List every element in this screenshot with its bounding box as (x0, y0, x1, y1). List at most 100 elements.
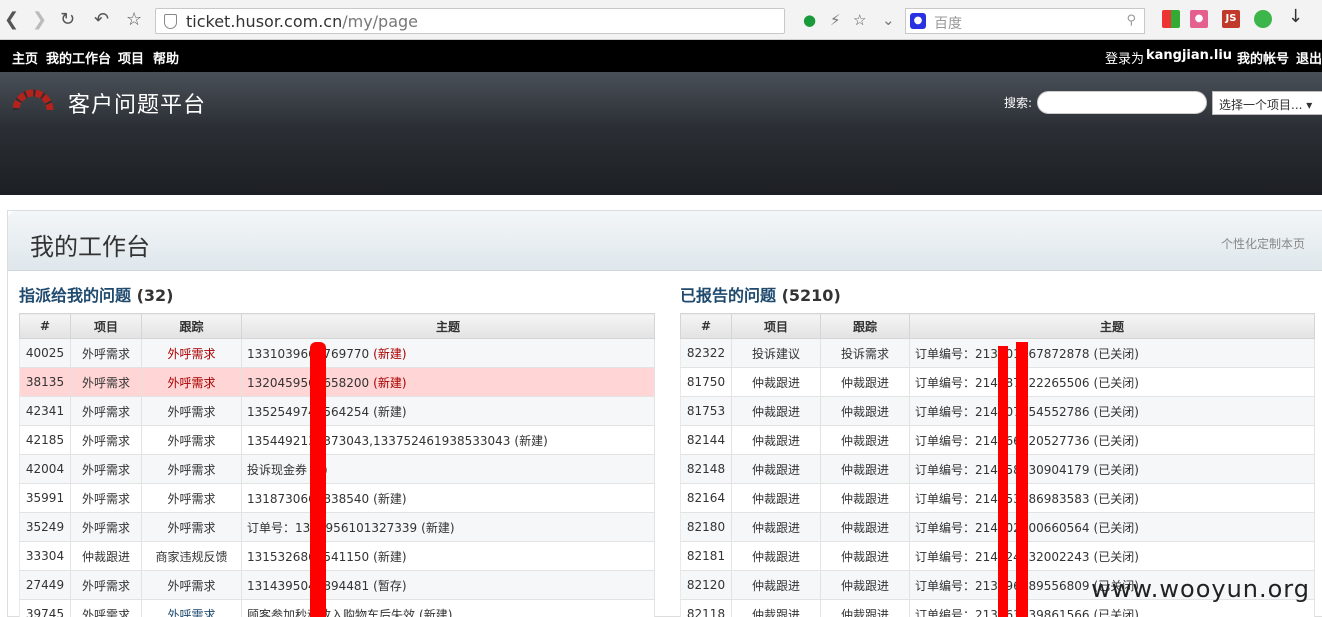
issue-id-link[interactable]: 39745 (19, 599, 71, 617)
issue-subject-link[interactable]: 1320459564658200 (新建) (241, 367, 655, 397)
issue-id-link[interactable]: 82180 (680, 512, 732, 542)
reported-count: (5210) (781, 286, 841, 305)
col-tracker[interactable]: 跟踪 (141, 313, 242, 339)
issue-id-link[interactable]: 82181 (680, 541, 732, 571)
menu-mypage[interactable]: 我的工作台 (46, 48, 111, 67)
windows-grid-icon[interactable] (1162, 10, 1180, 28)
issue-project: 仲裁跟进 (70, 541, 142, 571)
forward-icon[interactable]: ❯ (32, 8, 47, 32)
issue-subject-link[interactable]: 订单编号：214507654552786 (已关闭) (909, 396, 1315, 426)
undo-icon[interactable]: ↶ (94, 8, 109, 32)
issue-subject-tail: 787522265506 (997, 375, 1090, 390)
table-row[interactable]: 35991 外呼需求 外呼需求 1318730668838540 (新建) (19, 483, 655, 513)
table-row[interactable]: 42004外呼需求外呼需求投诉现金券建) (19, 454, 655, 484)
col-tracker[interactable]: 跟踪 (820, 313, 910, 339)
issue-subject-link[interactable]: 1318730668838540 (新建) (241, 483, 655, 513)
issue-id-link[interactable]: 42004 (19, 454, 71, 484)
frog-icon[interactable] (1254, 10, 1272, 28)
issue-project: 外呼需求 (70, 367, 142, 397)
issue-status: (暂存) (373, 578, 407, 593)
table-row[interactable]: 38135 外呼需求 外呼需求 1320459564658200 (新建) (19, 367, 655, 397)
issue-id-link[interactable]: 40025 (19, 338, 71, 368)
project-jump-select[interactable]: 选择一个项目... ▾ (1212, 91, 1322, 115)
username-link[interactable]: kangjian.liu (1146, 48, 1232, 63)
issue-id-link[interactable]: 82144 (680, 425, 732, 455)
col-subject[interactable]: 主题 (909, 313, 1315, 339)
issue-subject-link[interactable]: 订单编号：214353786983583 (已关闭) (909, 483, 1315, 513)
issue-id-link[interactable]: 81750 (680, 367, 732, 397)
assigned-issues-title[interactable]: 指派给我的问题 (32) (19, 282, 173, 306)
table-row[interactable]: 27449 外呼需求 外呼需求 1314395044894481 (暂存) (19, 570, 655, 600)
issue-status: (新建) (373, 491, 407, 506)
ticket-icon[interactable]: ● (1190, 10, 1208, 28)
browser-search-box[interactable]: ● 百度 ⚲ (905, 8, 1145, 34)
issue-subject-link[interactable]: 订单编号：214002500660564 (已关闭) (909, 512, 1315, 542)
address-bar[interactable]: ticket.husor.com.cn/my/page (155, 8, 785, 34)
url-host: ticket.husor.com.cn (186, 12, 343, 31)
issue-id-link[interactable]: 38135 (19, 367, 71, 397)
issue-subject-link[interactable]: 1331039665769770 (新建) (241, 338, 655, 368)
issue-status: (新建) (373, 375, 407, 390)
table-row[interactable]: 39745 外呼需求 外呼需求 顾客参加秒动放入购物车后失效 (新建) (19, 599, 655, 617)
issue-subject-link[interactable]: 订单编号：214787522265506 (已关闭) (909, 367, 1315, 397)
issue-subject-link[interactable]: 顾客参加秒动放入购物车后失效 (新建) (241, 599, 655, 617)
reported-issues-title[interactable]: 已报告的问题 (5210) (680, 282, 841, 306)
search-icon[interactable]: ⚲ (1126, 13, 1136, 28)
logout-link[interactable]: 退出 (1296, 48, 1322, 67)
col-id[interactable]: # (680, 313, 732, 339)
security-t-icon[interactable]: ● (803, 11, 816, 29)
issue-subject-link[interactable]: 订单编号：213101067872878 (已关闭) (909, 338, 1315, 368)
issue-subject-link[interactable]: 订单编号：214266220527736 (已关闭) (909, 425, 1315, 455)
redaction-mark (1016, 342, 1028, 617)
col-project[interactable]: 项目 (731, 313, 821, 339)
issue-subject-link[interactable]: 订单编号：214558530904179 (已关闭) (909, 454, 1315, 484)
download-icon[interactable]: ↓ (1288, 8, 1303, 26)
my-account-link[interactable]: 我的帐号 (1237, 48, 1289, 67)
issue-subject-link[interactable]: 1314395044894481 (暂存) (241, 570, 655, 600)
issue-subject-link[interactable]: 1354492137373043,133752461938533043 (新建) (241, 425, 655, 455)
lightning-icon[interactable]: ⚡ (830, 11, 841, 29)
reload-icon[interactable]: ↻ (60, 8, 75, 32)
col-id[interactable]: # (19, 313, 71, 339)
issue-id-link[interactable]: 35249 (19, 512, 71, 542)
watermark-text: www.wooyun.org (1091, 575, 1310, 603)
table-row[interactable]: 33304 仲裁跟进 商家违规反馈 1315326861541150 (新建) (19, 541, 655, 571)
issue-id-link[interactable]: 82120 (680, 570, 732, 600)
issue-id-link[interactable]: 27449 (19, 570, 71, 600)
quick-search-input[interactable] (1037, 91, 1207, 114)
address-url[interactable]: ticket.husor.com.cn/my/page (186, 12, 418, 31)
issue-subject-link[interactable]: 投诉现金券建) (241, 454, 655, 484)
col-project[interactable]: 项目 (70, 313, 142, 339)
issue-id-link[interactable]: 35991 (19, 483, 71, 513)
issue-id-link[interactable]: 82164 (680, 483, 732, 513)
issue-subject-link[interactable]: 订单号：1348956101327339 (新建) (241, 512, 655, 542)
issue-id-link[interactable]: 33304 (19, 541, 71, 571)
col-subject[interactable]: 主题 (241, 313, 655, 339)
search-label: 搜索: (1004, 96, 1033, 110)
chevron-down-icon[interactable]: ⌄ (882, 11, 895, 29)
menu-help[interactable]: 帮助 (153, 48, 179, 67)
issue-subject-link[interactable]: 1352549746564254 (新建) (241, 396, 655, 426)
personalize-link[interactable]: 个性化定制本页 (1221, 235, 1305, 252)
issue-id-link[interactable]: 81753 (680, 396, 732, 426)
issue-subject-text: 订单编号：214 (915, 462, 998, 477)
issue-id-link[interactable]: 82148 (680, 454, 732, 484)
issue-id-link[interactable]: 82322 (680, 338, 732, 368)
issue-status: (已关闭) (1093, 520, 1139, 535)
issue-id-link[interactable]: 42341 (19, 396, 71, 426)
favorite-star-icon[interactable]: ☆ (853, 11, 866, 29)
table-row[interactable]: 40025 外呼需求 外呼需求 1331039665769770 (新建) (19, 338, 655, 368)
menu-home[interactable]: 主页 (12, 48, 38, 67)
table-row[interactable]: 35249 外呼需求 外呼需求 订单号：1348956101327339 (新建) (19, 512, 655, 542)
issue-subject-link[interactable]: 1315326861541150 (新建) (241, 541, 655, 571)
menu-projects[interactable]: 项目 (118, 48, 144, 67)
table-row[interactable]: 42185 外呼需求 外呼需求 1354492137373043,1337524619… (19, 425, 655, 455)
js-icon[interactable]: JS (1222, 10, 1240, 28)
issue-id-link[interactable]: 82118 (680, 599, 732, 617)
issue-subject-link[interactable]: 订单编号：214524532002243 (已关闭) (909, 541, 1315, 571)
issue-id-link[interactable]: 42185 (19, 425, 71, 455)
issue-status: (已关闭) (1093, 549, 1139, 564)
bookmark-star-icon[interactable]: ☆ (126, 8, 142, 32)
back-icon[interactable]: ❮ (4, 8, 19, 32)
table-row[interactable]: 42341 外呼需求 外呼需求 1352549746564254 (新建) (19, 396, 655, 426)
